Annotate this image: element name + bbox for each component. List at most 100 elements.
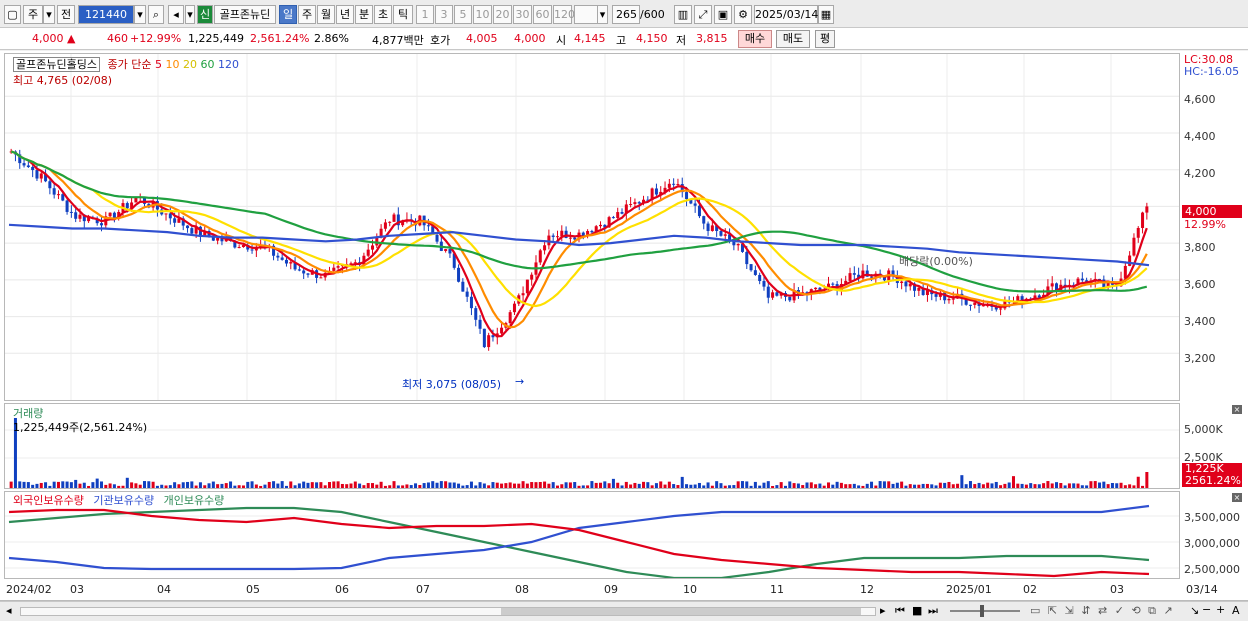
count-input[interactable]: 265	[612, 5, 640, 24]
volume-bar	[22, 481, 26, 488]
volume-bar	[74, 479, 78, 488]
volume-bar	[530, 482, 534, 488]
volume-bar	[198, 482, 202, 488]
date-input[interactable]: 2025/03/14	[754, 5, 818, 24]
volume-bar	[659, 481, 663, 488]
volume-bar	[990, 483, 994, 488]
scroll-thumb[interactable]	[501, 608, 861, 615]
min-label: 최저 3,075 (08/05)	[402, 378, 502, 391]
volume-bar	[702, 485, 706, 488]
scroll-right-icon[interactable]: ▸	[880, 604, 886, 617]
prefix-select[interactable]: 전	[57, 5, 75, 24]
interval-30[interactable]: 30	[513, 5, 532, 24]
draw-icon[interactable]: ⤢	[694, 5, 712, 24]
gear-icon[interactable]: ⚙	[734, 5, 752, 24]
period-day[interactable]: 일	[279, 5, 297, 24]
period-minute[interactable]: 분	[355, 5, 373, 24]
interval-3[interactable]: 3	[435, 5, 453, 24]
y-tick: 4,200	[1184, 167, 1216, 180]
minus-icon[interactable]: −	[1202, 603, 1211, 616]
period-second[interactable]: 초	[374, 5, 392, 24]
calendar-icon[interactable]: ▦	[818, 5, 834, 24]
market-select[interactable]: 주	[23, 5, 43, 24]
hc-label: HC:-16.05	[1184, 65, 1240, 78]
price-panel[interactable]: 골프존뉴딘홀딩스 종가 단순 5 10 20 60 120 최고 4,765 (…	[4, 53, 1180, 401]
candle-body	[474, 308, 478, 320]
volume-bar	[164, 485, 168, 488]
candle-body	[465, 291, 469, 297]
volume-bar	[82, 482, 86, 488]
layout-icon[interactable]: ▢	[4, 5, 21, 24]
period-month[interactable]: 월	[317, 5, 335, 24]
zoom-slider[interactable]	[950, 610, 1020, 612]
period-year[interactable]: 년	[336, 5, 354, 24]
interval-5[interactable]: 5	[454, 5, 472, 24]
volume-bar	[521, 481, 525, 488]
candle-body	[237, 247, 241, 249]
quote-high: 4,150	[636, 32, 668, 45]
candle-body	[426, 225, 430, 227]
scroll-track[interactable]	[20, 607, 876, 616]
candle-body	[392, 214, 396, 222]
candle-body	[332, 267, 336, 271]
candle-body	[186, 225, 190, 229]
volume-bar	[143, 481, 147, 488]
search-icon[interactable]: ⌕	[148, 5, 164, 24]
speaker-dropdown-icon[interactable]: ▾	[185, 5, 195, 24]
tool-icons[interactable]: ▭ ⇱ ⇲ ⇵ ⇄ ✓ ⟲ ⧉ ↗	[1030, 604, 1175, 618]
volume-bar	[560, 484, 564, 488]
volume-bar	[134, 483, 138, 488]
save-icon[interactable]: ▣	[714, 5, 732, 24]
interval-60[interactable]: 60	[533, 5, 552, 24]
volume-bar	[306, 482, 310, 488]
interval-10[interactable]: 10	[473, 5, 492, 24]
code-dropdown-icon[interactable]: ▾	[134, 5, 146, 24]
volume-bar	[379, 481, 383, 488]
volume-bar	[56, 481, 60, 488]
quote-change-pct: +12.99%	[130, 32, 182, 45]
code-input[interactable]: 121440	[78, 5, 134, 24]
price-chart-svg[interactable]	[5, 54, 1180, 401]
interval-dropdown-icon[interactable]: ▾	[597, 5, 608, 24]
volume-bar	[366, 483, 370, 488]
scroll-left-icon[interactable]: ◂	[6, 604, 12, 617]
market-dropdown-icon[interactable]: ▾	[43, 5, 55, 24]
last-icon[interactable]: ⏭	[928, 604, 938, 618]
holding-axis: × 3,500,000 3,000,000 2,500,000	[1180, 491, 1248, 579]
period-week[interactable]: 주	[298, 5, 316, 24]
candle-body	[319, 277, 323, 279]
zoom-out-icon[interactable]: ↘	[1190, 604, 1199, 617]
volume-bar	[186, 481, 190, 488]
eval-button[interactable]: 평	[815, 30, 835, 48]
plus-icon[interactable]: +	[1216, 603, 1225, 616]
holding-panel[interactable]: 외국인보유수량 기관보유수량 개인보유수량	[4, 491, 1180, 579]
first-icon[interactable]: ⏮	[895, 604, 905, 618]
quote-bid: 4,005	[466, 32, 498, 45]
chart-area[interactable]: 골프존뉴딘홀딩스 종가 단순 5 10 20 60 120 최고 4,765 (…	[0, 51, 1248, 601]
candle-body	[753, 270, 757, 275]
close-panel-icon[interactable]: ×	[1232, 493, 1242, 502]
quote-amount: 4,877백만	[372, 34, 424, 47]
candle-icon[interactable]: ▥	[674, 5, 692, 24]
stop-icon[interactable]: ■	[912, 604, 922, 617]
x-label: 07	[416, 583, 430, 596]
interval-120[interactable]: 120	[553, 5, 575, 24]
volume-chart-svg[interactable]	[5, 404, 1180, 489]
volume-bar	[809, 482, 813, 488]
x-label: 11	[770, 583, 784, 596]
volume-bar	[624, 481, 628, 488]
volume-bar	[771, 485, 775, 488]
speaker-icon[interactable]: ◂	[168, 5, 184, 24]
volume-bar	[375, 484, 379, 488]
interval-1[interactable]: 1	[416, 5, 434, 24]
interval-20[interactable]: 20	[493, 5, 512, 24]
buy-button[interactable]: 매수	[738, 30, 772, 48]
volume-panel[interactable]: 거래량 1,225,449주(2,561.24%)	[4, 403, 1180, 489]
zoom-handle[interactable]	[980, 605, 984, 617]
sell-button[interactable]: 매도	[776, 30, 810, 48]
font-icon[interactable]: A	[1232, 604, 1240, 617]
period-tick[interactable]: 틱	[393, 5, 413, 24]
ma-60: 60	[200, 58, 215, 71]
close-panel-icon[interactable]: ×	[1232, 405, 1242, 414]
volume-axis: × 5,000K 2,500K 1,225K 2561.24%	[1180, 403, 1248, 489]
